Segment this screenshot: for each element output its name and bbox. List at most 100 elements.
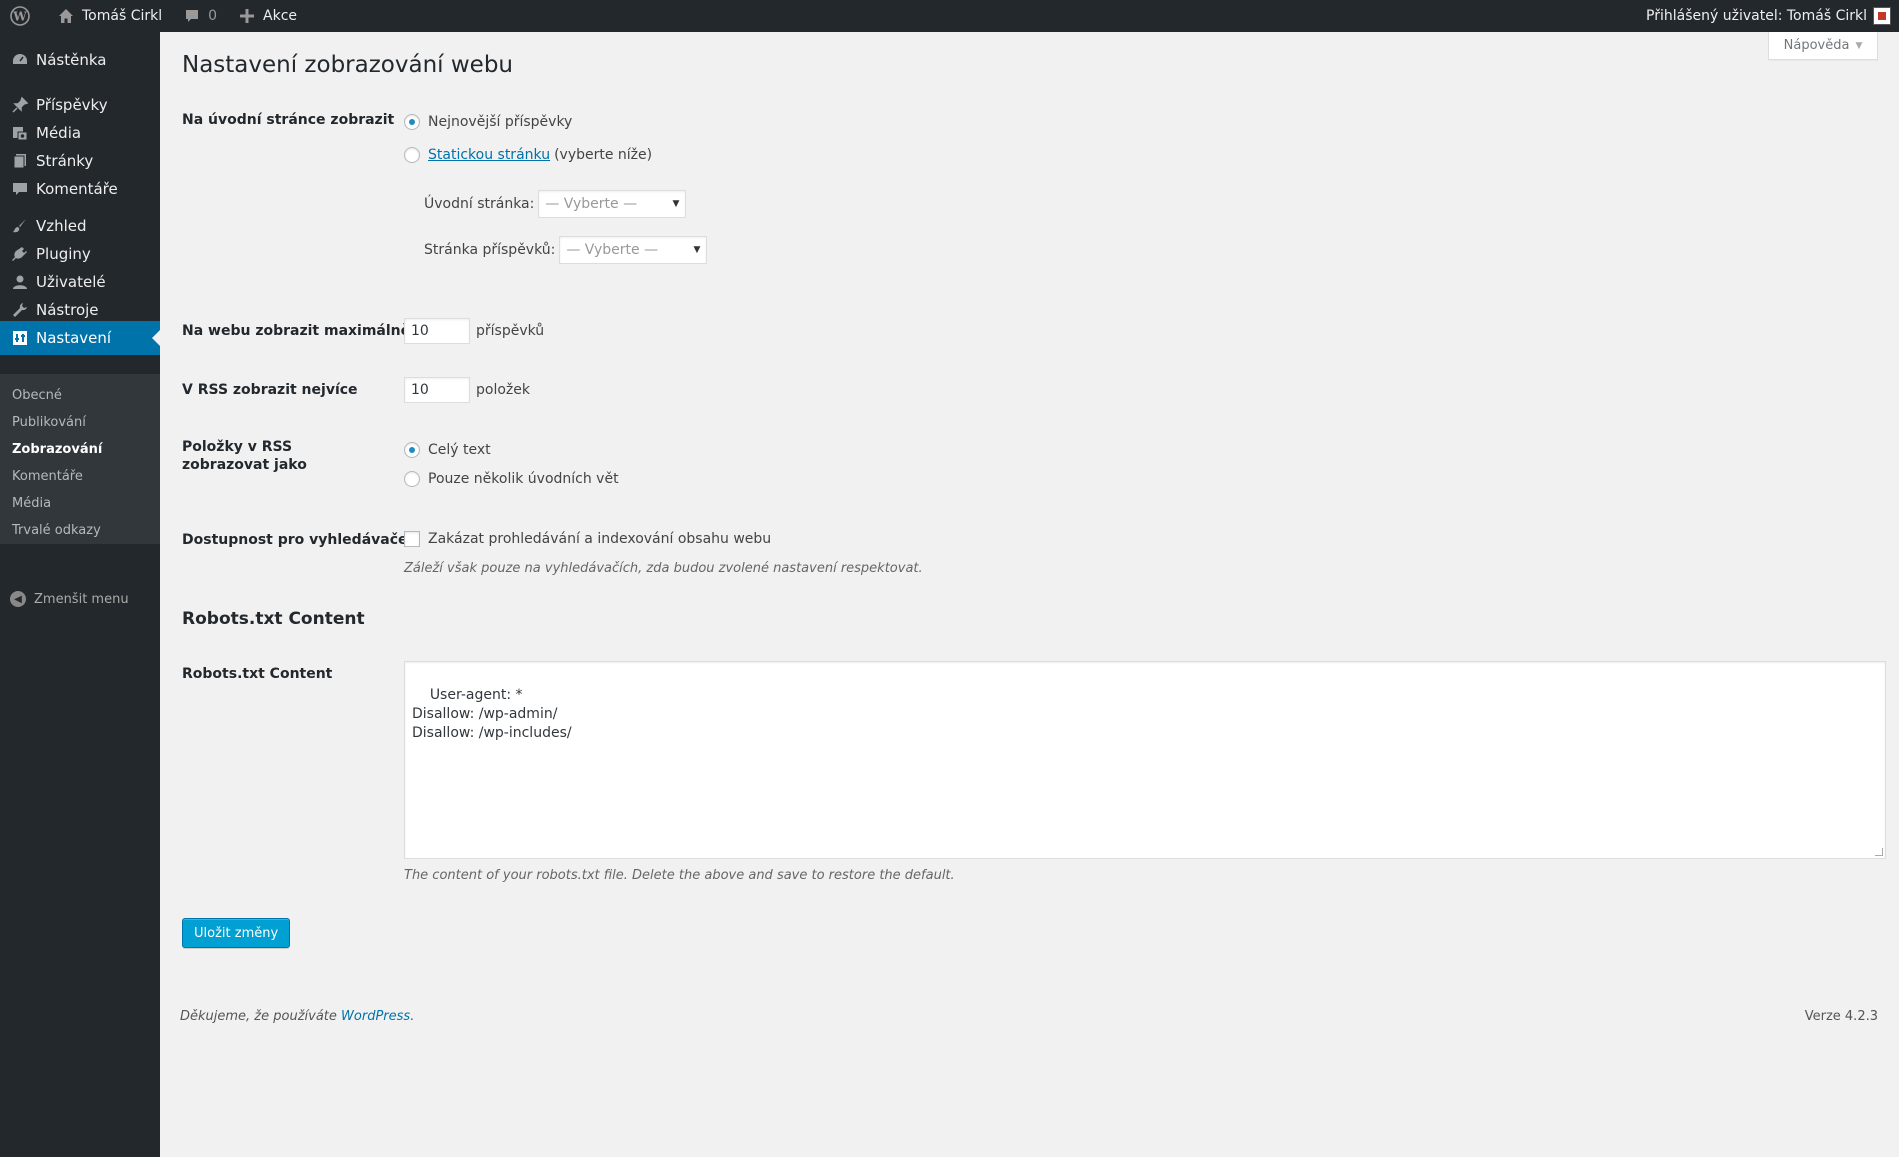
rss-summary-option[interactable]: Pouze několik úvodních vět — [404, 471, 619, 487]
save-button[interactable]: Uložit změny — [182, 918, 291, 948]
main-content: Nápověda ▼ Nastavení zobrazování webu Na… — [160, 32, 1899, 1157]
sidebar-item-label: Pluginy — [36, 245, 91, 263]
site-name-link[interactable]: Tomáš Cirkl — [46, 0, 172, 32]
pin-icon — [10, 95, 30, 115]
search-visibility-description: Záleží však pouze na vyhledávačích, zda … — [404, 561, 923, 576]
resize-grip-icon[interactable] — [1875, 848, 1883, 856]
sidebar-item-label: Nastavení — [36, 329, 112, 347]
front-page-select[interactable]: — Vyberte — ▼ — [538, 190, 687, 218]
appearance-icon — [10, 216, 30, 236]
my-account-link[interactable]: Přihlášený uživatel: Tomáš Cirkl — [1636, 0, 1899, 32]
static-page-suffix: (vyberte níže) — [554, 147, 653, 163]
search-visibility-checkbox[interactable] — [404, 531, 420, 547]
posts-per-page-label: Na webu zobrazit maximálně — [182, 323, 411, 339]
footer-version: Verze 4.2.3 — [1804, 1009, 1878, 1024]
posts-page-select-label: Stránka příspěvků: — [424, 242, 556, 258]
posts-page-select-row: Stránka příspěvků: — Vyberte — ▼ — [424, 236, 708, 264]
rss-mode-label: Položky v RSS zobrazovat jako — [182, 439, 307, 473]
robots-textarea[interactable]: User-agent: * Disallow: /wp-admin/ Disal… — [404, 661, 1886, 859]
posts-page-select-value: — Vyberte — — [566, 242, 659, 258]
static-page-link[interactable]: Statickou stránku — [428, 147, 550, 163]
latest-posts-option[interactable]: Nejnovější příspěvky — [404, 114, 572, 130]
new-content-label: Akce — [263, 8, 298, 24]
posts-per-page-row: 10 příspěvků — [404, 318, 544, 344]
footer-thanks-suffix: . — [410, 1009, 415, 1024]
robots-content: User-agent: * Disallow: /wp-admin/ Disal… — [412, 687, 572, 741]
submenu-item-permalinks[interactable]: Trvalé odkazy — [12, 521, 101, 541]
robots-description: The content of your robots.txt file. Del… — [404, 868, 955, 883]
sidebar-item-label: Vzhled — [36, 217, 87, 235]
collapse-menu-label: Zmenšit menu — [34, 591, 129, 607]
submenu-item-general[interactable]: Obecné — [12, 386, 62, 406]
wordpress-logo-button[interactable]: W — [0, 0, 46, 32]
help-tab-label: Nápověda — [1783, 38, 1850, 53]
robots-section-title: Robots.txt Content — [182, 609, 365, 629]
sidebar-item-comments[interactable]: Komentáře — [0, 172, 160, 206]
sidebar-item-dashboard[interactable]: Nástěnka — [0, 43, 160, 77]
collapse-arrow-icon: ◀ — [10, 591, 26, 607]
site-name: Tomáš Cirkl — [82, 8, 163, 24]
front-page-select-row: Úvodní stránka: — Vyberte — ▼ — [424, 190, 687, 218]
media-icon — [10, 123, 30, 143]
rss-count-label: V RSS zobrazit nejvíce — [182, 382, 358, 398]
submenu-item-media[interactable]: Média — [12, 494, 51, 514]
admin-bar: W Tomáš Cirkl 0 Akce Přihlášený uživatel… — [0, 0, 1899, 32]
dropdown-caret-icon: ▼ — [693, 245, 701, 255]
search-visibility-label: Dostupnost pro vyhledávače — [182, 532, 408, 548]
sidebar-item-label: Příspěvky — [36, 96, 108, 114]
settings-submenu: Obecné Publikování Zobrazování Komentáře… — [0, 374, 160, 544]
front-page-select-value: — Vyberte — — [545, 196, 638, 212]
dashboard-icon — [10, 50, 30, 70]
pages-icon — [10, 151, 30, 171]
new-content-button[interactable]: Akce — [227, 0, 307, 32]
rss-summary-radio[interactable] — [404, 471, 420, 487]
settings-icon — [10, 328, 30, 348]
dropdown-caret-icon: ▼ — [672, 199, 680, 209]
sidebar-item-settings[interactable]: Nastavení — [0, 321, 160, 355]
home-icon — [56, 6, 76, 26]
rss-full-text-label: Celý text — [428, 442, 491, 458]
avatar — [1873, 7, 1891, 25]
sidebar-item-label: Média — [36, 124, 82, 142]
front-page-select-label: Úvodní stránka: — [424, 196, 535, 212]
latest-posts-label: Nejnovější příspěvky — [428, 114, 573, 130]
posts-per-page-input[interactable]: 10 — [404, 318, 470, 344]
svg-text:W: W — [12, 10, 27, 24]
sidebar-item-label: Komentáře — [36, 180, 118, 198]
help-tab-button[interactable]: Nápověda ▼ — [1768, 32, 1878, 60]
static-page-radio[interactable] — [404, 147, 420, 163]
page-title: Nastavení zobrazování webu — [182, 52, 513, 78]
comment-bubble-icon — [182, 6, 202, 26]
rss-count-input[interactable]: 10 — [404, 377, 470, 403]
account-label: Přihlášený uživatel: Tomáš Cirkl — [1646, 8, 1867, 24]
static-page-option[interactable]: Statickou stránku (vyberte níže) — [404, 147, 652, 163]
sidebar-item-label: Nástěnka — [36, 51, 107, 69]
sidebar-item-label: Nástroje — [36, 301, 99, 319]
tools-icon — [10, 300, 30, 320]
chevron-down-icon: ▼ — [1855, 40, 1863, 51]
search-visibility-option[interactable]: Zakázat prohledávání a indexování obsahu… — [404, 531, 771, 547]
rss-summary-label: Pouze několik úvodních vět — [428, 471, 619, 487]
wordpress-link[interactable]: WordPress — [341, 1009, 410, 1024]
rss-count-row: 10 položek — [404, 377, 530, 403]
submenu-item-writing[interactable]: Publikování — [12, 413, 86, 433]
robots-label: Robots.txt Content — [182, 666, 333, 682]
search-visibility-checkbox-label: Zakázat prohledávání a indexování obsahu… — [428, 531, 772, 547]
sidebar-item-label: Stránky — [36, 152, 94, 170]
rss-count-unit: položek — [476, 382, 530, 398]
rss-full-text-radio[interactable] — [404, 442, 420, 458]
comments-link[interactable]: 0 — [172, 0, 227, 32]
comments-count: 0 — [208, 8, 218, 24]
users-icon — [10, 272, 30, 292]
submenu-item-reading[interactable]: Zobrazování — [12, 440, 102, 460]
collapse-menu-button[interactable]: ◀ Zmenšit menu — [10, 591, 129, 607]
footer-thanks: Děkujeme, že používáte WordPress. — [180, 1009, 414, 1024]
posts-page-select[interactable]: — Vyberte — ▼ — [559, 236, 708, 264]
latest-posts-radio[interactable] — [404, 114, 420, 130]
front-page-label: Na úvodní stránce zobrazit — [182, 112, 395, 128]
submenu-item-discussion[interactable]: Komentáře — [12, 467, 83, 487]
plugins-icon — [10, 244, 30, 264]
posts-per-page-unit: příspěvků — [476, 323, 545, 339]
comments-icon — [10, 179, 30, 199]
rss-full-text-option[interactable]: Celý text — [404, 442, 491, 458]
